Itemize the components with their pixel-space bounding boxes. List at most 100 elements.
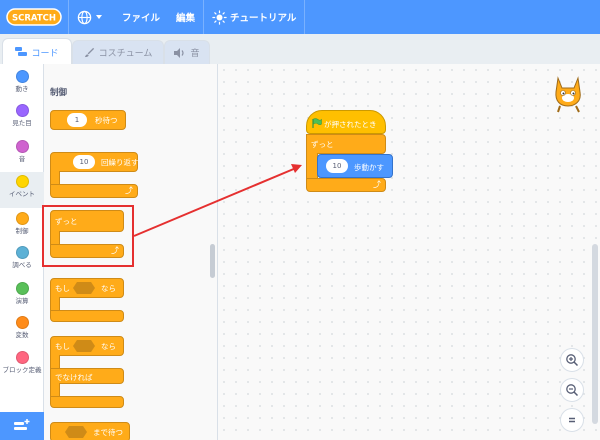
- category-label: 見た目: [12, 119, 32, 127]
- brush-icon: [84, 47, 95, 58]
- loop-arrow-icon: ⤴: [373, 180, 381, 189]
- globe-icon: [77, 10, 92, 24]
- category-sound[interactable]: 音: [0, 140, 44, 174]
- editor-tabs: コード コスチューム 音: [0, 34, 600, 65]
- category-operators[interactable]: 演算: [0, 282, 44, 316]
- add-extension-icon: [14, 419, 30, 430]
- wait-seconds-input[interactable]: 1: [67, 113, 87, 127]
- category-dot: [15, 175, 29, 188]
- category-events[interactable]: イベント: [0, 172, 44, 208]
- category-label: 演算: [15, 297, 29, 305]
- tab-costumes[interactable]: コスチューム: [72, 40, 164, 64]
- wait-until-label: まで待つ: [93, 428, 123, 437]
- edit-menu[interactable]: 編集: [168, 0, 203, 34]
- tab-code-label: コード: [31, 48, 59, 59]
- menu-bar: SCRATCH ファイル 編集 チュートリアル: [0, 0, 600, 34]
- else-label: でなければ: [55, 373, 93, 382]
- script-forever-bottom: ⤴: [306, 178, 386, 192]
- add-extension-button[interactable]: [0, 412, 44, 440]
- zoom-out-icon: [566, 384, 579, 397]
- category-label: 動き: [15, 85, 29, 93]
- category-variables[interactable]: 変数: [0, 316, 44, 350]
- script-forever-block[interactable]: ずっと: [306, 134, 386, 154]
- caret-down-icon: [96, 15, 102, 19]
- zoom-reset-button[interactable]: [560, 408, 584, 432]
- palette-section-title: 制御: [50, 88, 68, 98]
- tab-code[interactable]: コード: [2, 38, 72, 65]
- move-steps-input[interactable]: 10: [326, 159, 348, 173]
- move-steps-block[interactable]: 10 歩動かす: [317, 154, 393, 178]
- zoom-out-button[interactable]: [560, 378, 584, 402]
- script-forever-label: ずっと: [311, 140, 334, 149]
- if-else-block-arm: [50, 355, 60, 369]
- category-dot: [15, 246, 29, 259]
- condition-slot[interactable]: [73, 340, 95, 352]
- tab-sounds-label: 音: [190, 49, 200, 59]
- category-dot: [15, 140, 29, 153]
- category-sensing[interactable]: 調べる: [0, 246, 44, 280]
- code-area[interactable]: が押されたとき ずっと 10 歩動かす ⤴: [218, 64, 600, 440]
- palette-scrollbar[interactable]: [210, 244, 215, 278]
- tab-sounds[interactable]: 音: [164, 40, 210, 64]
- zoom-in-button[interactable]: [560, 348, 584, 372]
- if-then-block-arm: [50, 297, 60, 311]
- then-label: なら: [101, 342, 116, 351]
- category-label: イベント: [9, 190, 35, 198]
- repeat-block-bottom: ⤴: [50, 184, 138, 198]
- speaker-icon: [174, 47, 186, 58]
- tutorials-menu[interactable]: チュートリアル: [204, 0, 304, 34]
- repeat-block[interactable]: 10 回繰り返す: [50, 152, 139, 172]
- category-dot: [15, 351, 29, 364]
- category-label: 制御: [15, 227, 29, 235]
- category-label: 調べる: [12, 261, 32, 269]
- category-looks[interactable]: 見た目: [0, 104, 44, 138]
- if-then-block[interactable]: もし なら: [50, 278, 124, 298]
- category-label: 音: [18, 155, 26, 163]
- wait-seconds-label: 秒待つ: [95, 116, 118, 125]
- category-label: 変数: [15, 331, 29, 339]
- loop-arrow-icon: ⤴: [125, 186, 133, 195]
- when-flag-clicked-label: が押されたとき: [324, 120, 377, 129]
- category-my-blocks[interactable]: ブロック定義: [0, 351, 44, 395]
- repeat-block-arm: [50, 171, 60, 185]
- zoom-in-icon: [566, 354, 579, 367]
- file-menu[interactable]: ファイル: [114, 0, 168, 34]
- tutorials-label: チュートリアル: [230, 13, 297, 24]
- category-dot: [15, 282, 29, 295]
- repeat-label: 回繰り返す: [101, 158, 139, 167]
- if-else-block[interactable]: もし なら: [50, 336, 124, 356]
- when-flag-clicked-block[interactable]: が押されたとき: [306, 110, 386, 134]
- category-dot: [15, 104, 29, 117]
- wait-until-block[interactable]: まで待つ: [50, 422, 130, 440]
- if-label: もし: [55, 284, 70, 293]
- menu-separator: [304, 0, 306, 34]
- then-label: なら: [101, 284, 116, 293]
- category-dot: [15, 212, 29, 225]
- condition-slot[interactable]: [73, 282, 95, 294]
- sprite-cat-icon: [548, 72, 588, 114]
- if-label: もし: [55, 342, 70, 351]
- if-else-block-arm: [50, 383, 60, 397]
- language-menu[interactable]: [69, 0, 114, 34]
- category-label: ブロック定義: [2, 366, 42, 374]
- category-dot: [15, 316, 29, 329]
- code-icon: [15, 47, 28, 57]
- wait-seconds-block[interactable]: 1 秒待つ: [50, 110, 126, 130]
- category-control[interactable]: 制御: [0, 212, 44, 246]
- highlight-box: [42, 205, 134, 267]
- tab-costumes-label: コスチューム: [98, 49, 153, 59]
- category-dot: [15, 70, 29, 83]
- code-area-scrollbar[interactable]: [592, 244, 598, 424]
- category-menu: 動き 見た目 音 イベント 制御 調べる 演算 変数 ブロック定義: [0, 64, 44, 440]
- repeat-count-input[interactable]: 10: [73, 155, 95, 169]
- if-then-block-bottom: [50, 310, 124, 322]
- green-flag-icon: [312, 118, 322, 130]
- move-steps-label: 歩動かす: [354, 163, 384, 172]
- equals-icon: [569, 417, 575, 423]
- lightbulb-icon: [212, 9, 227, 25]
- logo-text: SCRATCH: [12, 14, 56, 24]
- condition-slot[interactable]: [65, 426, 87, 438]
- scratch-logo[interactable]: SCRATCH: [6, 6, 62, 28]
- category-motion[interactable]: 動き: [0, 70, 44, 104]
- if-else-block-bottom: [50, 396, 124, 408]
